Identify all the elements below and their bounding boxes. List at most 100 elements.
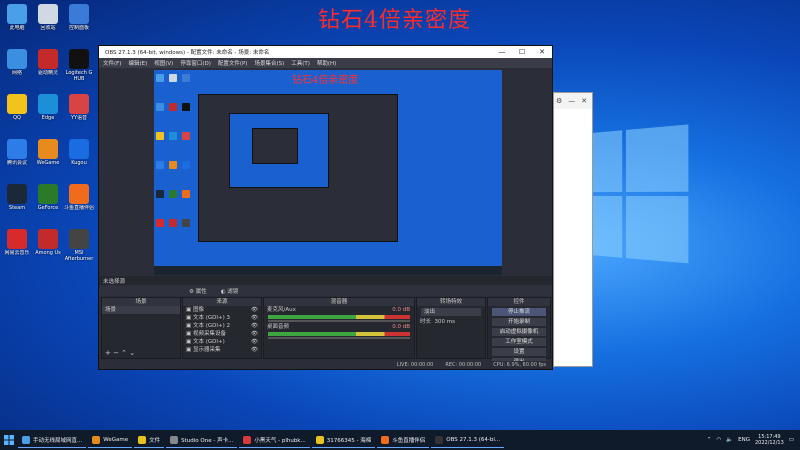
volume-meter [268,315,410,319]
desktop-icon[interactable]: Among Us [33,229,63,262]
preview-desktop-icon [182,74,190,82]
desktop-icon[interactable]: Kugou [64,139,94,172]
pc-icon [7,4,27,24]
weather-icon [243,435,252,444]
menu-item[interactable]: 场景集合(S) [254,59,284,67]
taskbar-item[interactable]: Studio One - 声卡... [166,432,238,448]
side-window[interactable]: ⚙ — ✕ [553,92,593,367]
desktop-icon[interactable]: QQ [2,94,32,127]
transition-select[interactable]: 淡出 [421,308,481,316]
desktop-icon-label: Among Us [35,250,61,256]
desktop-icon-label: QQ [13,115,21,121]
close-icon[interactable]: ✕ [532,48,552,56]
taskbar-item[interactable]: 小黑天气 - plhubk... [239,432,310,448]
meeting-icon [7,139,27,159]
properties-button[interactable]: ⚙ 属性 [189,287,207,295]
scene-item[interactable]: 场景 [102,306,180,314]
obs-preview[interactable]: 钻石4倍亲密度 [154,70,502,275]
preview-desktop-icon [156,219,164,227]
desktop-icon[interactable]: 驱动精灵 [33,49,63,82]
obs-window[interactable]: OBS 27.1.3 (64-bit, windows) - 配置文件: 未命名… [98,45,553,370]
source-item[interactable]: ▣ 显示器采集 👁 [183,346,261,354]
desktop-icon[interactable]: MSI Afterburner [64,229,94,262]
preview-desktop-icon [182,132,190,140]
source-item[interactable]: ▣ 视频采集设备 👁 [183,330,261,338]
menu-item[interactable]: 停靠窗口(D) [180,59,211,67]
desktop-icon[interactable]: WeGame [33,139,63,172]
desktop-icon[interactable]: 斗鱼直播伴侣 [64,184,94,217]
notification-icon[interactable]: ▭ [789,437,794,443]
menu-item[interactable]: 工具(T) [291,59,310,67]
desktop-icon[interactable]: Edge [33,94,63,127]
taskbar-item[interactable]: WeGame [88,432,133,448]
filters-button[interactable]: ◐ 滤镜 [221,287,239,295]
language-indicator[interactable]: ENG [738,437,750,443]
desktop-icon-label: GeForce [37,205,59,211]
taskbar-item[interactable]: 文件 [134,432,165,448]
qq-icon [7,94,27,114]
desktop-icon[interactable]: Steam [2,184,32,217]
desktop-icon[interactable]: GeForce [33,184,63,217]
gear-icon[interactable]: ⚙ [556,97,562,105]
minimize-icon[interactable]: — [492,48,512,56]
menu-item[interactable]: 编辑(E) [128,59,147,67]
desktop-icon[interactable]: YY语音 [64,94,94,127]
desktop-icon-label: MSI Afterburner [64,250,94,262]
eye-icon[interactable]: 👁 [251,330,261,338]
taskbar-item[interactable]: 手动无线局域网直... [18,432,87,448]
taskbar-item-label: OBS 27.1.3 (64-bi... [446,436,501,443]
obs-title-bar[interactable]: OBS 27.1.3 (64-bit, windows) - 配置文件: 未命名… [99,46,552,58]
preview-desktop-icon [156,74,164,82]
eye-icon[interactable]: 👁 [251,346,261,354]
desktop-icon[interactable]: Logitech G HUB [64,49,94,82]
among-us-icon [38,229,58,249]
wifi-icon[interactable]: ◠ [716,437,721,443]
side-window-controls[interactable]: ⚙ — ✕ [554,93,592,109]
source-item[interactable]: ▣ 文本 (GDI+) 👁 [183,338,261,346]
start-button[interactable] [0,431,18,449]
source-item[interactable]: ▣ 文本 (GDI+) 3 👁 [183,314,261,322]
desktop-icon[interactable]: 此电脑 [2,4,32,37]
status-cpu: CPU: 6.9%, 60.00 fps [493,362,546,368]
desktop-icon[interactable]: 网络 [2,49,32,82]
source-type-icon: ▣ [186,331,193,337]
volume-slider[interactable] [268,337,410,339]
desktop-icon[interactable]: 网易云音乐 [2,229,32,262]
menu-item[interactable]: 文件(F) [103,59,121,67]
desktop-icon-label: YY语音 [70,115,88,121]
obs-status-bar: LIVE: 00:00:00 REC: 00:00:00 CPU: 6.9%, … [99,361,552,369]
scene-controls[interactable]: + − ⌃ ⌄ [102,349,135,357]
eye-icon[interactable]: 👁 [251,338,261,346]
transition-duration[interactable]: 时长 300 ms [417,318,485,326]
menu-item[interactable]: 帮助(H) [317,59,336,67]
control-button[interactable]: 停止推流 [492,308,546,316]
kugou-icon [69,139,89,159]
taskbar-item[interactable]: 斗鱼直播伴侣 [377,432,430,448]
source-item[interactable]: ▣ 文本 (GDI+) 2 👁 [183,322,261,330]
control-button[interactable]: 开始录制 [492,318,546,326]
minimize-icon[interactable]: — [568,97,575,105]
desktop-icon[interactable]: 控制面板 [64,4,94,37]
taskbar-item[interactable]: OBS 27.1.3 (64-bi... [431,432,505,448]
source-item[interactable]: ▣ 图像 👁 [183,306,261,314]
volume-slider[interactable] [268,320,410,322]
clock[interactable]: 15:17:49 2022/12/13 [755,434,784,446]
eye-icon[interactable]: 👁 [251,322,261,330]
eye-icon[interactable]: 👁 [251,306,261,314]
taskbar-item[interactable]: 31766345 - 海棉 [311,432,376,448]
desktop-icon[interactable]: 回收站 [33,4,63,37]
control-button[interactable]: 设置 [492,348,546,356]
close-icon[interactable]: ✕ [581,97,587,105]
logitech-icon [69,49,89,69]
desktop-icon-label: 驱动精灵 [37,70,58,76]
volume-icon[interactable]: 🔈 [726,437,733,443]
control-button[interactable]: 启动虚拟摄像机 [492,328,546,336]
maximize-icon[interactable]: ☐ [512,48,532,56]
desktop-icon[interactable]: 腾讯会议 [2,139,32,172]
menu-item[interactable]: 配置文件(P) [218,59,248,67]
eye-icon[interactable]: 👁 [251,314,261,322]
menu-item[interactable]: 视图(V) [154,59,173,67]
tray-chevron-icon[interactable]: ⌃ [707,437,712,443]
control-button[interactable]: 工作室模式 [492,338,546,346]
status-rec: REC: 00:00:00 [445,362,482,368]
